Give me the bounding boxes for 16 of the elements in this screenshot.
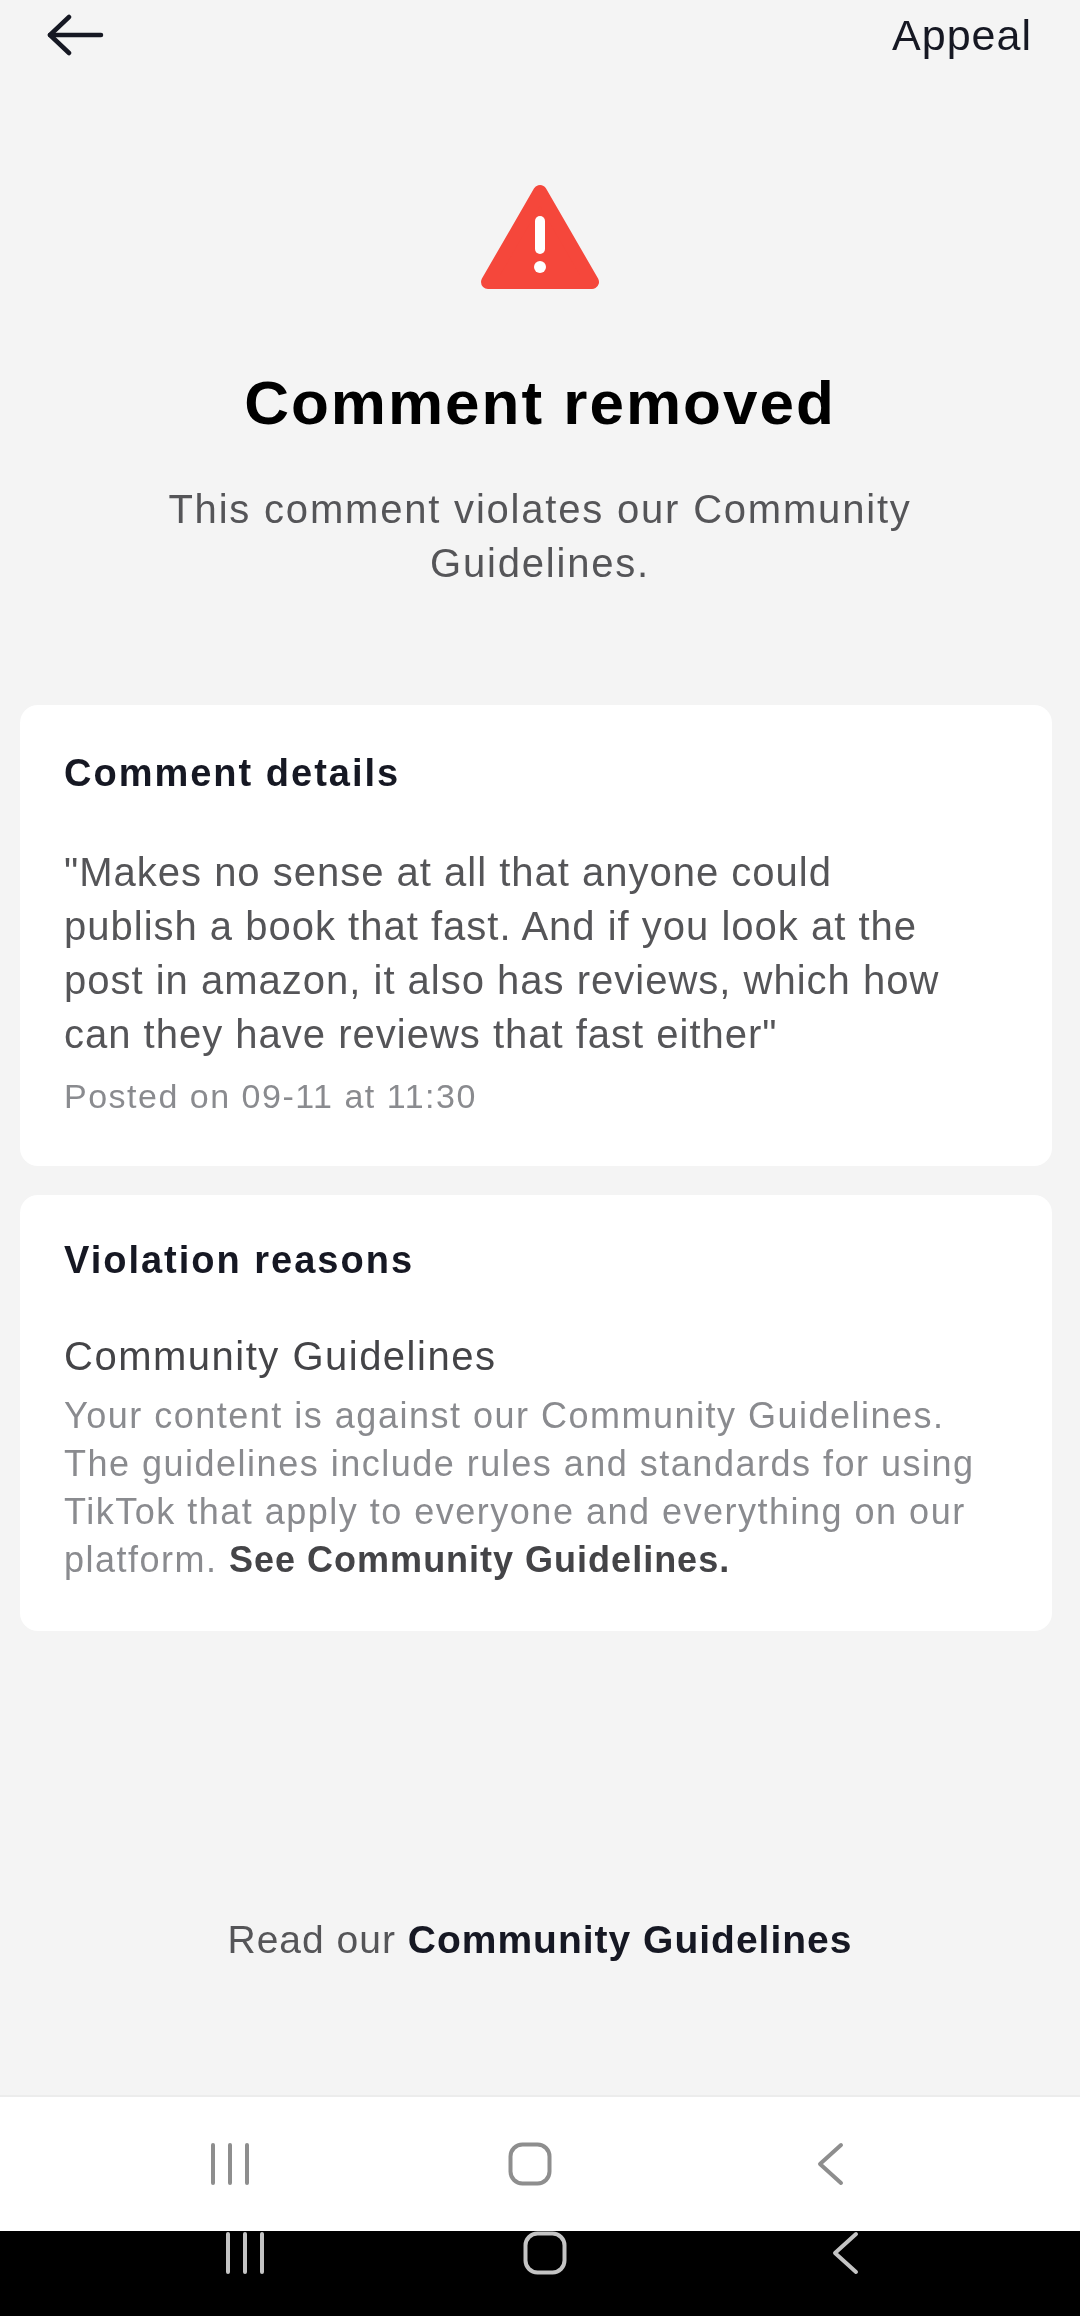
reason-description: Your content is against our Community Guidelines. The guidelines include rules and standards for using TikTok that apply to everyone and everything on our platform. See Community Guidelines. (64, 1394, 976, 1582)
reason-title: Community Guidelines (64, 1333, 498, 1380)
guidelines-link[interactable]: Community Guidelines (407, 1918, 853, 1961)
recent-apps-icon[interactable] (224, 2231, 266, 2275)
guidelines-link[interactable]: See Community Guidelines. (229, 1539, 731, 1580)
home-icon[interactable] (523, 2231, 567, 2275)
warning-icon (480, 184, 600, 290)
card-heading: Comment details (64, 751, 402, 796)
posted-time: Posted on 09-11 at 11:30 (64, 1076, 478, 1117)
card-heading: Violation reasons (64, 1238, 416, 1283)
appeal-button[interactable]: Appeal (892, 10, 1032, 60)
removal-message: This comment violates our Community Guidelines. (167, 486, 913, 587)
back-nav-icon[interactable] (831, 2231, 859, 2275)
guidelines-prompt: Read our Community Guidelines (226, 1917, 854, 1963)
comment-text: "Makes no sense at all that anyone could publish a book that fast. And if you look at the post in amazon, it also has reviews, which how can they have reviews that fast either" (64, 849, 941, 1058)
page-title: Comment removed (244, 368, 836, 438)
